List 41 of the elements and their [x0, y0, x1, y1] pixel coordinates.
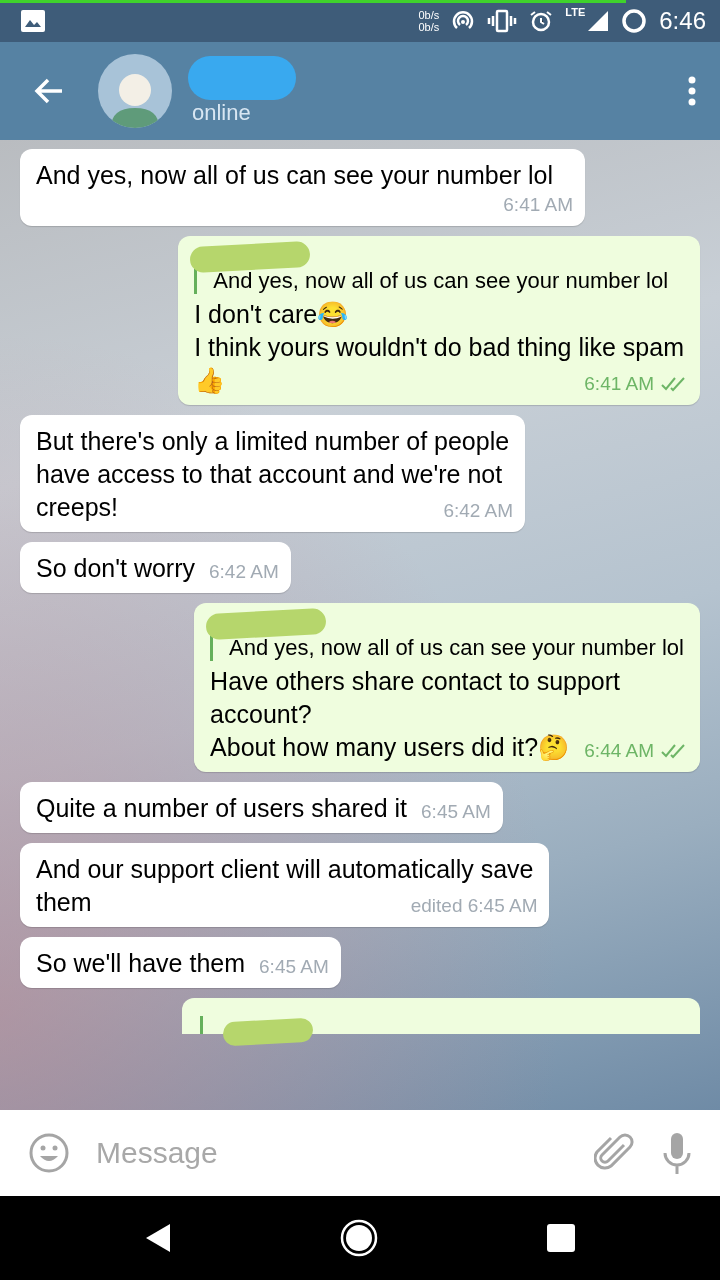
message-time: 6:42 AM	[443, 499, 514, 523]
smiley-icon	[28, 1132, 70, 1174]
ring-icon	[621, 8, 648, 34]
message-time: 6:45 AM	[259, 955, 329, 979]
vibrate-icon	[487, 9, 518, 33]
image-icon	[20, 9, 46, 33]
message-text: Quite a number of users shared it	[36, 793, 408, 824]
upload-speed: 0b/s	[418, 9, 440, 21]
quoted-text: And yes, now all of us can see your number lol	[229, 635, 685, 661]
message-text: About how many users did it?🤔	[210, 732, 570, 763]
message-time: 6:41 AM	[503, 193, 573, 217]
message-time: 6:45 AM	[421, 800, 491, 824]
more-icon	[688, 76, 696, 106]
message-text: them	[36, 887, 92, 918]
message-text: And yes, now all of us can see your number lol	[36, 160, 553, 191]
message-text: account?	[210, 699, 312, 730]
message-text: So we'll have them	[36, 948, 246, 979]
quoted-text: And yes, now all of us can see your number lol	[213, 268, 670, 294]
message-text: And our support client will automatically save	[36, 854, 534, 885]
message-time: edited 6:45 AM	[410, 894, 538, 918]
clock: 6:46	[659, 7, 706, 35]
microphone-icon	[662, 1131, 692, 1175]
message-text: I don't care😂	[194, 299, 349, 330]
circle-icon	[339, 1218, 379, 1258]
download-speed: 0b/s	[418, 21, 440, 33]
message-text: So don't worry	[36, 553, 195, 584]
signal-icon	[587, 10, 610, 32]
contact-status: online	[192, 100, 252, 126]
message-text: 👍	[194, 365, 226, 396]
message-text: But there's only a limited number of people	[36, 426, 510, 457]
message-time: 6:42 AM	[209, 560, 279, 584]
back-arrow-icon	[34, 78, 64, 104]
network-type: LTE	[565, 6, 586, 18]
message-text: creeps!	[36, 492, 118, 523]
message-time: 6:44 AM	[584, 739, 654, 763]
message-text: Have others share contact to support	[210, 666, 621, 697]
message-time: 6:41 AM	[584, 372, 654, 396]
alarm-icon	[529, 9, 554, 33]
message-text: I think yours wouldn't do bad thing like spam	[194, 332, 684, 363]
square-icon	[546, 1223, 577, 1253]
message-text: have access to that account and we're not	[36, 459, 503, 490]
